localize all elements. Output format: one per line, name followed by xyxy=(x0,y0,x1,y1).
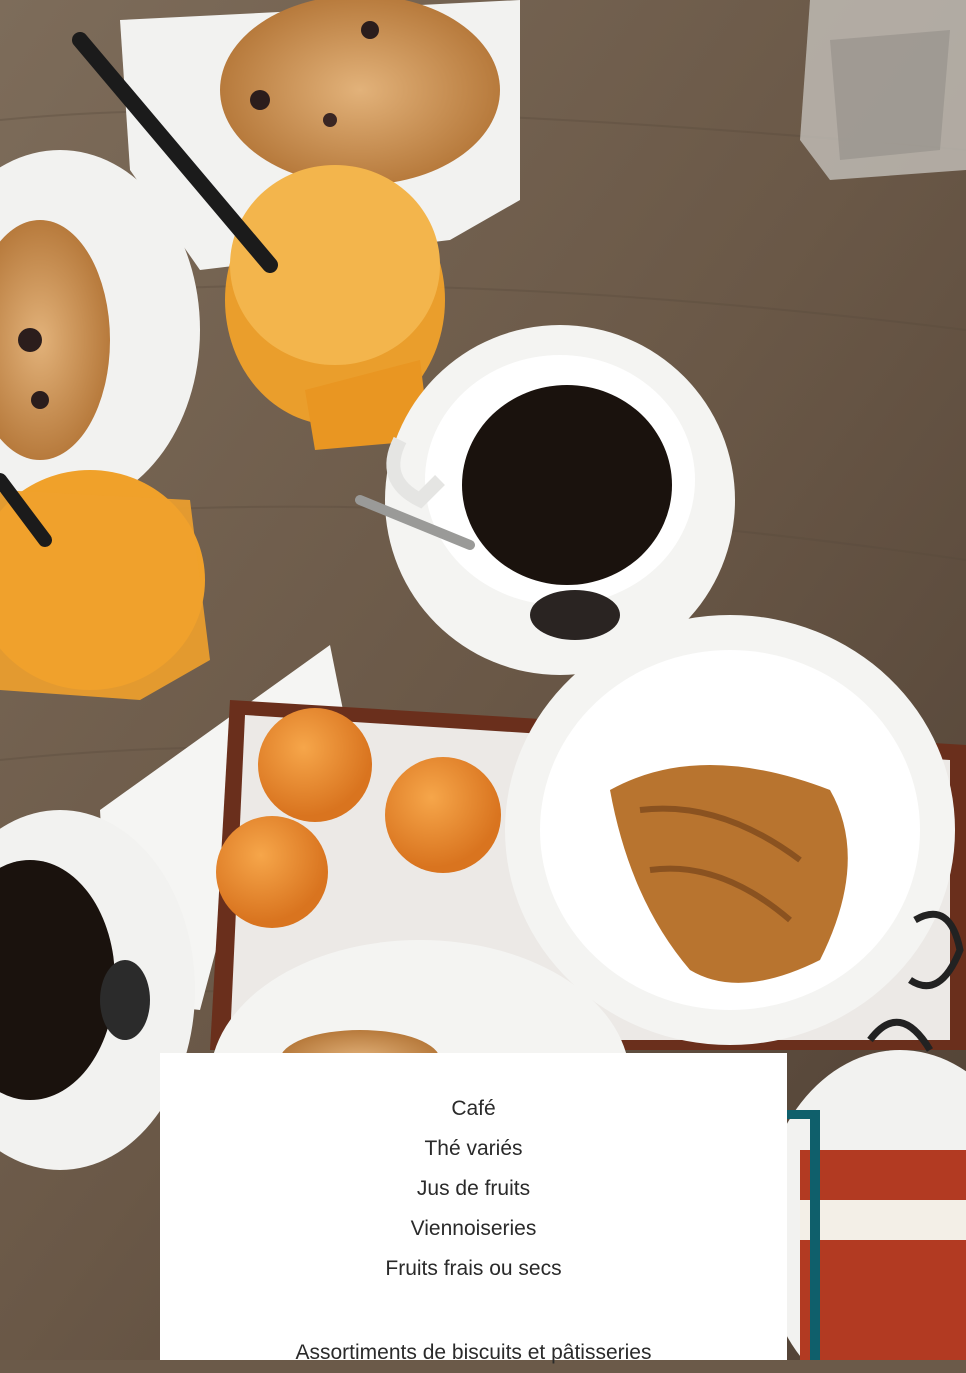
accent-frame-side xyxy=(810,1110,820,1360)
menu-item-fruits: Fruits frais ou secs xyxy=(385,1257,562,1280)
menu-item-cafe: Café xyxy=(451,1097,496,1120)
menu-note: Assortiments de biscuits et pâtisseries xyxy=(295,1341,652,1364)
menu-item-jus: Jus de fruits xyxy=(416,1177,531,1200)
juice-glass-left xyxy=(0,470,210,700)
menu-card: Café Thé variés Jus de fruits Viennoiser… xyxy=(160,1053,787,1364)
menu-item-the: Thé variés xyxy=(424,1137,523,1160)
menu-item-viennoiseries: Viennoiseries xyxy=(410,1217,537,1240)
menu-list: Café Thé variés Jus de fruits Viennoiser… xyxy=(160,1089,787,1289)
croissant-plate xyxy=(505,615,955,1045)
water-glass xyxy=(800,0,966,180)
